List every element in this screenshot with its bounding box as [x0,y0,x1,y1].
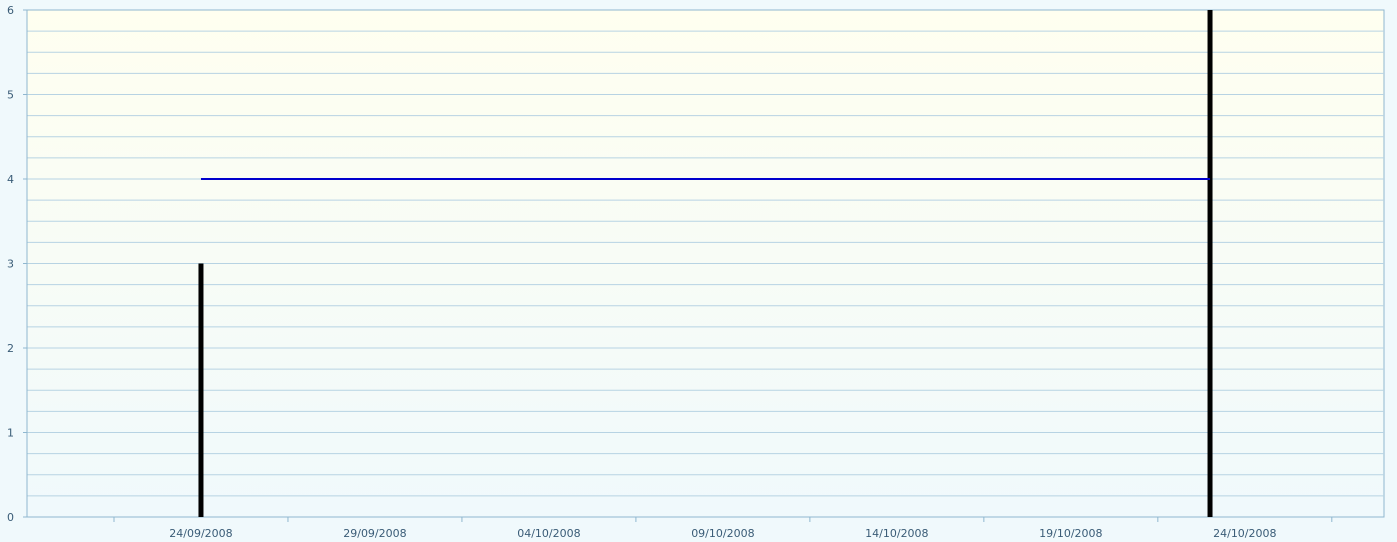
y-tick-label: 0 [7,511,14,524]
x-tick-label: 14/10/2008 [865,527,928,540]
bar [1207,10,1213,517]
x-tick-label: 24/09/2008 [169,527,232,540]
y-tick-label: 3 [7,258,14,271]
x-axis-tick-labels: 24/09/2008 29/09/2008 04/10/2008 09/10/2008… [113,517,1333,540]
y-tick-label: 4 [7,173,14,186]
chart: 0 1 2 3 4 5 6 24/09/2008 29/09/2008 04/10/2008 09… [0,0,1397,542]
y-tick-label: 5 [7,89,14,102]
bar [198,263,204,517]
x-tick-label: 09/10/2008 [691,527,754,540]
x-tick-label: 29/09/2008 [343,527,406,540]
y-tick-label: 1 [7,427,14,440]
chart-svg: 0 1 2 3 4 5 6 24/09/2008 29/09/2008 04/10/2008 09… [7,4,1385,540]
y-tick-label: 6 [7,4,14,17]
y-axis-tick-labels: 0 1 2 3 4 5 6 [7,4,27,524]
x-tick-label: 04/10/2008 [517,527,580,540]
x-tick-label: 19/10/2008 [1039,527,1102,540]
x-tick-label: 24/10/2008 [1213,527,1276,540]
y-tick-label: 2 [7,342,14,355]
